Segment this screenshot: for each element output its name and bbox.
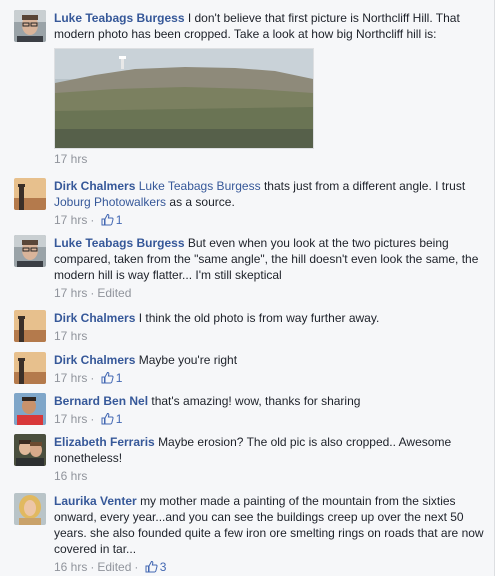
comment-author[interactable]: Laurika Venter (54, 494, 137, 508)
comment-text: thats just from a different angle. I tru… (263, 179, 466, 193)
man-with-glasses-avatar-icon (14, 235, 46, 267)
separator-dot: · (90, 213, 95, 227)
like-count[interactable]: 3 (160, 560, 167, 574)
couple-avatar-icon (14, 434, 46, 466)
man-red-shirt-avatar-icon (14, 393, 46, 425)
avatar[interactable] (14, 235, 46, 267)
thumbs-up-icon[interactable] (101, 371, 114, 384)
avatar[interactable] (14, 393, 46, 425)
avatar[interactable] (14, 493, 46, 525)
separator-dot: · (90, 412, 95, 426)
comment-timestamp[interactable]: 16 hrs (54, 560, 87, 574)
comment-author[interactable]: Elizabeth Ferraris (54, 435, 155, 449)
comment-author[interactable]: Dirk Chalmers (54, 179, 135, 193)
comment-author[interactable]: Dirk Chalmers (54, 311, 135, 325)
comment-text: that's amazing! wow, thanks for sharing (151, 394, 361, 408)
sunset-tower-avatar-icon (14, 310, 46, 342)
thumbs-up-icon[interactable] (145, 560, 158, 573)
thumbs-up-icon[interactable] (101, 213, 114, 226)
comment-timestamp[interactable]: 17 hrs (54, 371, 87, 385)
comment-text: as a source. (169, 195, 235, 209)
separator-dot: · (90, 286, 95, 300)
northcliff-hill-photo[interactable] (54, 48, 314, 149)
sunset-tower-avatar-icon (14, 352, 46, 384)
mention-link[interactable]: Joburg Photowalkers (54, 195, 166, 209)
avatar[interactable] (14, 310, 46, 342)
separator-dot: · (134, 560, 139, 574)
like-count[interactable]: 1 (116, 371, 123, 385)
comment-timestamp[interactable]: 17 hrs (54, 412, 87, 426)
separator-dot: · (90, 371, 95, 385)
avatar[interactable] (14, 434, 46, 466)
comment-text: I think the old photo is from way furthe… (138, 311, 380, 325)
comment-author[interactable]: Luke Teabags Burgess (54, 236, 185, 250)
avatar[interactable] (14, 10, 46, 42)
avatar[interactable] (14, 352, 46, 384)
avatar[interactable] (14, 178, 46, 210)
edited-link[interactable]: Edited (97, 286, 131, 300)
comment-timestamp[interactable]: 16 hrs (54, 469, 87, 483)
comment-timestamp[interactable]: 17 hrs (54, 213, 87, 227)
comment-timestamp[interactable]: 17 hrs (54, 152, 87, 166)
comment-text: Maybe you're right (138, 353, 238, 367)
comment-author[interactable]: Bernard Ben Nel (54, 394, 148, 408)
comment-timestamp[interactable]: 17 hrs (54, 329, 87, 343)
separator-dot: · (90, 560, 95, 574)
mention-link[interactable]: Luke Teabags Burgess (139, 179, 261, 193)
man-with-glasses-avatar-icon (14, 10, 46, 42)
edited-link[interactable]: Edited (97, 560, 131, 574)
like-count[interactable]: 1 (116, 213, 123, 227)
comment-timestamp[interactable]: 17 hrs (54, 286, 87, 300)
blonde-woman-avatar-icon (14, 493, 46, 525)
thumbs-up-icon[interactable] (101, 412, 114, 425)
comment-author[interactable]: Dirk Chalmers (54, 353, 135, 367)
sunset-tower-avatar-icon (14, 178, 46, 210)
like-count[interactable]: 1 (116, 412, 123, 426)
comment-author[interactable]: Luke Teabags Burgess (54, 11, 185, 25)
